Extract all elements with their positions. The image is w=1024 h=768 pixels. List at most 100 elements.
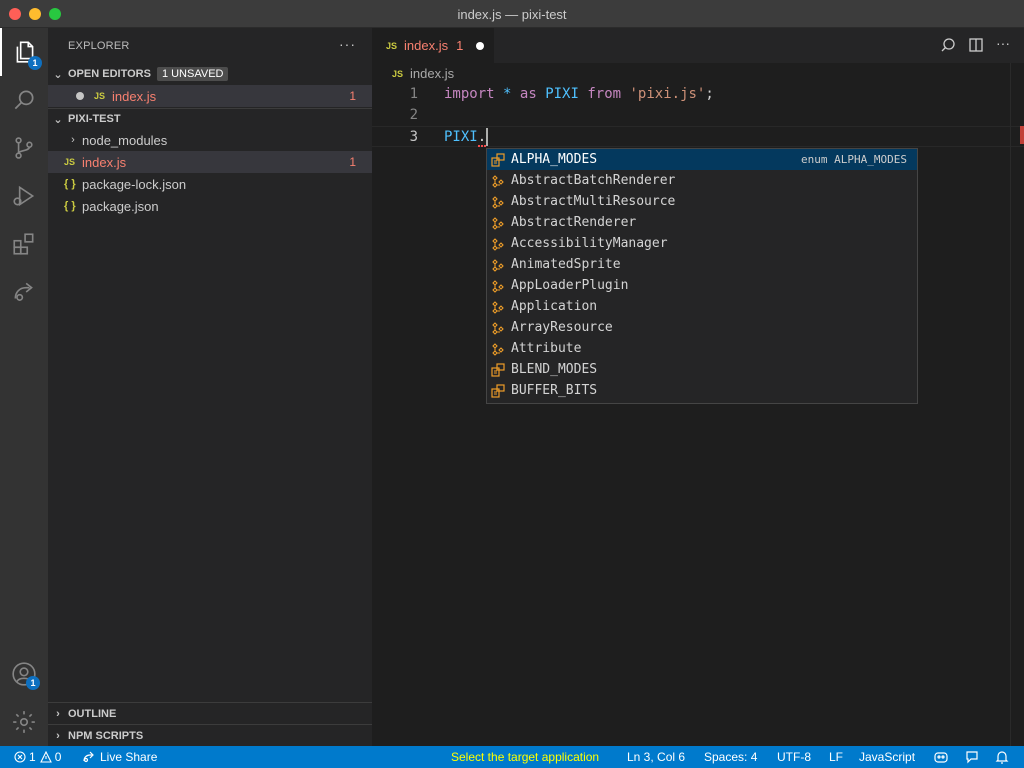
code-token: ; xyxy=(705,86,714,102)
suggestion-item[interactable]: ALPHA_MODES enum ALPHA_MODES xyxy=(487,149,917,170)
eol-status[interactable]: LF xyxy=(829,746,843,768)
npm-scripts-label: NPM SCRIPTS xyxy=(68,730,144,742)
suggestion-label: AnimatedSprite xyxy=(511,257,621,272)
accounts-activity[interactable]: 1 xyxy=(0,650,48,698)
project-header[interactable]: ⌄ PIXI-TEST xyxy=(48,108,372,130)
window-title: index.js — pixi-test xyxy=(457,7,567,22)
suggestion-item[interactable]: Attribute xyxy=(487,338,917,359)
code-line: 1 import * as PIXI from 'pixi.js'; xyxy=(372,84,1024,105)
tree-item-node-modules[interactable]: › node_modules xyxy=(48,129,372,151)
search-icon xyxy=(14,90,34,110)
split-editor-button[interactable] xyxy=(968,37,984,53)
class-icon xyxy=(492,216,504,230)
suggestion-item[interactable]: ArrayResource xyxy=(487,317,917,338)
enum-icon xyxy=(491,383,505,398)
tree-item-label: package-lock.json xyxy=(82,176,187,192)
outline-label: OUTLINE xyxy=(68,708,117,720)
tree-item-package-json[interactable]: { } package.json xyxy=(48,195,372,217)
chevron-right-icon: › xyxy=(56,730,60,742)
class-icon xyxy=(492,300,504,314)
live-share-label: Live Share xyxy=(100,750,158,764)
suggestion-item[interactable]: BUFFER_BITS xyxy=(487,380,917,401)
source-control-icon xyxy=(15,137,33,159)
unsaved-dot-icon[interactable] xyxy=(76,92,84,100)
suggestion-label: AbstractMultiResource xyxy=(511,194,676,209)
cursor-position[interactable]: Ln 3, Col 6 xyxy=(627,746,685,768)
suggestion-item[interactable]: AccessibilityManager xyxy=(487,233,917,254)
unsaved-dot-icon[interactable] xyxy=(476,42,484,50)
more-editor-actions-button[interactable]: ··· xyxy=(996,36,1012,53)
suggestion-item[interactable]: AbstractMultiResource xyxy=(487,191,917,212)
breadcrumb-file: index.js xyxy=(410,66,455,81)
open-editor-problems: 1 xyxy=(349,89,356,103)
suggestion-item[interactable]: AppLoaderPlugin xyxy=(487,275,917,296)
chevron-down-icon: ⌄ xyxy=(53,68,63,81)
tree-item-label: index.js xyxy=(82,154,127,170)
status-message[interactable]: Select the target application xyxy=(451,746,599,768)
activity-bar: 1 1 xyxy=(0,28,48,746)
breadcrumb[interactable]: JS index.js xyxy=(392,66,454,81)
open-editors-header[interactable]: ⌄ OPEN EDITORS 1 UNSAVED xyxy=(48,63,372,85)
suggestion-item[interactable]: AbstractRenderer xyxy=(487,212,917,233)
feedback-button[interactable] xyxy=(964,746,980,768)
manage-activity[interactable] xyxy=(0,698,48,746)
line-number: 3 xyxy=(409,129,418,145)
status-bar: 1 0 Live Share Select the target applica… xyxy=(0,746,1024,768)
run-debug-icon xyxy=(13,185,35,207)
problems-status[interactable]: 1 0 xyxy=(14,746,61,768)
suggestion-item[interactable]: AbstractBatchRenderer xyxy=(487,170,917,191)
suggestion-label: BUFFER_BITS xyxy=(511,383,598,398)
bell-icon xyxy=(995,751,1009,764)
copilot-status[interactable] xyxy=(933,746,949,768)
code-editor[interactable]: 1 import * as PIXI from 'pixi.js'; 2 3 P… xyxy=(372,84,1024,147)
feedback-icon xyxy=(966,751,978,764)
js-file-icon: JS xyxy=(386,40,398,51)
live-share-activity[interactable] xyxy=(0,268,48,316)
suggestion-item[interactable]: BLEND_MODES xyxy=(487,359,917,380)
class-icon xyxy=(492,237,504,251)
class-icon xyxy=(492,342,504,356)
explorer-activity[interactable]: 1 xyxy=(0,28,48,76)
run-debug-activity[interactable] xyxy=(0,172,48,220)
npm-scripts-header[interactable]: › NPM SCRIPTS xyxy=(48,725,372,747)
live-share-status[interactable]: Live Share xyxy=(82,746,157,768)
open-preview-button[interactable] xyxy=(940,37,956,53)
suggestion-label: ALPHA_MODES xyxy=(511,152,598,167)
tab-index-js[interactable]: JS index.js 1 xyxy=(372,28,494,63)
open-editor-item[interactable]: JS index.js 1 xyxy=(48,85,372,107)
tree-item-index-js[interactable]: JS index.js 1 xyxy=(48,151,372,173)
search-activity[interactable] xyxy=(0,76,48,124)
notifications-button[interactable] xyxy=(994,746,1010,768)
language-mode[interactable]: JavaScript xyxy=(859,746,915,768)
sidebar-title: EXPLORER xyxy=(68,39,130,52)
js-file-icon: JS xyxy=(94,91,106,101)
tree-item-package-lock[interactable]: { } package-lock.json xyxy=(48,173,372,195)
code-token: PIXI xyxy=(545,86,579,102)
extensions-icon xyxy=(13,233,34,255)
suggestion-label: AccessibilityManager xyxy=(511,236,668,251)
tree-item-label: package.json xyxy=(82,198,159,214)
chevron-right-icon: › xyxy=(71,134,75,146)
indentation-status[interactable]: Spaces: 4 xyxy=(704,746,757,768)
editor-scrollbar[interactable] xyxy=(1010,63,1024,746)
more-actions-button[interactable]: ··· xyxy=(339,36,356,52)
error-icon xyxy=(14,751,26,763)
extensions-activity[interactable] xyxy=(0,220,48,268)
encoding-status[interactable]: UTF-8 xyxy=(777,746,811,768)
suggestion-label: ArrayResource xyxy=(511,320,613,335)
split-editor-icon xyxy=(969,38,983,52)
search-preview-icon xyxy=(941,38,955,52)
suggestion-item[interactable]: Application xyxy=(487,296,917,317)
project-label: PIXI-TEST xyxy=(68,113,121,125)
code-token: as xyxy=(519,86,537,102)
tab-problems: 1 xyxy=(456,38,464,53)
suggestion-label: Application xyxy=(511,299,598,314)
source-control-activity[interactable] xyxy=(0,124,48,172)
line-content: import * as PIXI from 'pixi.js'; xyxy=(444,84,714,105)
outline-header[interactable]: › OUTLINE xyxy=(48,703,372,725)
code-line-current: 3 PIXI. xyxy=(372,126,1024,147)
suggestion-item[interactable]: AnimatedSprite xyxy=(487,254,917,275)
